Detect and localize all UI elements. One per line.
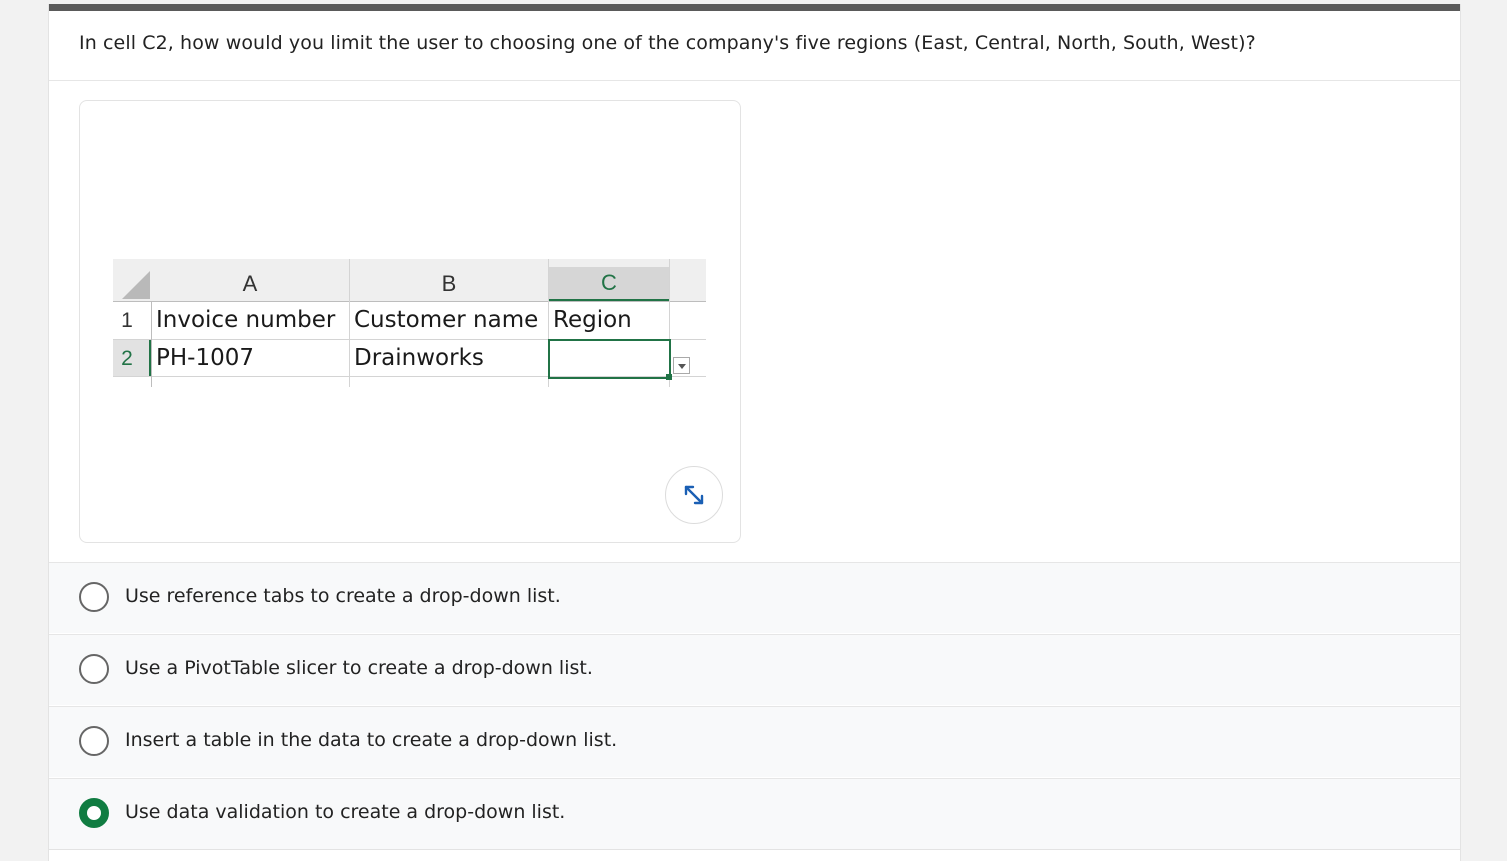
answer-option-1[interactable]: Use reference tabs to create a drop-down… bbox=[49, 562, 1460, 633]
divider bbox=[49, 80, 1460, 81]
expand-image-button[interactable] bbox=[665, 466, 723, 524]
cell-b2: Drainworks bbox=[354, 345, 484, 371]
column-header-b: B bbox=[441, 271, 457, 296]
progress-bar bbox=[49, 4, 1460, 11]
answer-option-2[interactable]: Use a PivotTable slicer to create a drop… bbox=[49, 634, 1460, 705]
answer-option-label: Use a PivotTable slicer to create a drop… bbox=[125, 657, 593, 679]
row-number-2: 2 bbox=[121, 347, 133, 370]
question-image-frame: A B C 1 2 Invoice number Customer name R… bbox=[79, 100, 741, 543]
spreadsheet-image: A B C 1 2 Invoice number Customer name R… bbox=[113, 259, 706, 387]
row-number-1: 1 bbox=[121, 309, 133, 332]
question-card: In cell C2, how would you limit the user… bbox=[48, 4, 1461, 861]
answer-option-label: Insert a table in the data to create a d… bbox=[125, 729, 618, 751]
question-text: In cell C2, how would you limit the user… bbox=[79, 32, 1256, 54]
radio-button[interactable] bbox=[79, 582, 109, 612]
row-2-indicator bbox=[149, 340, 151, 376]
radio-button-selected[interactable] bbox=[79, 798, 109, 828]
answer-option-label: Use reference tabs to create a drop-down… bbox=[125, 585, 561, 607]
answer-option-4[interactable]: Use data validation to create a drop-dow… bbox=[49, 778, 1460, 850]
answer-option-3[interactable]: Insert a table in the data to create a d… bbox=[49, 706, 1460, 777]
answer-options: Use reference tabs to create a drop-down… bbox=[49, 562, 1460, 850]
cell-c1: Region bbox=[553, 307, 632, 333]
fill-handle bbox=[666, 374, 672, 380]
cell-c2-selected bbox=[548, 339, 671, 379]
radio-button[interactable] bbox=[79, 654, 109, 684]
expand-arrows-icon bbox=[684, 485, 704, 505]
column-header-a: A bbox=[242, 271, 258, 296]
cell-a2: PH-1007 bbox=[156, 345, 254, 371]
column-header-c: C bbox=[549, 267, 669, 301]
dropdown-arrow-icon bbox=[673, 357, 690, 374]
cell-b1: Customer name bbox=[354, 307, 539, 333]
answer-option-label: Use data validation to create a drop-dow… bbox=[125, 801, 566, 823]
radio-button[interactable] bbox=[79, 726, 109, 756]
select-all-corner bbox=[113, 259, 151, 301]
cell-a1: Invoice number bbox=[156, 307, 336, 333]
